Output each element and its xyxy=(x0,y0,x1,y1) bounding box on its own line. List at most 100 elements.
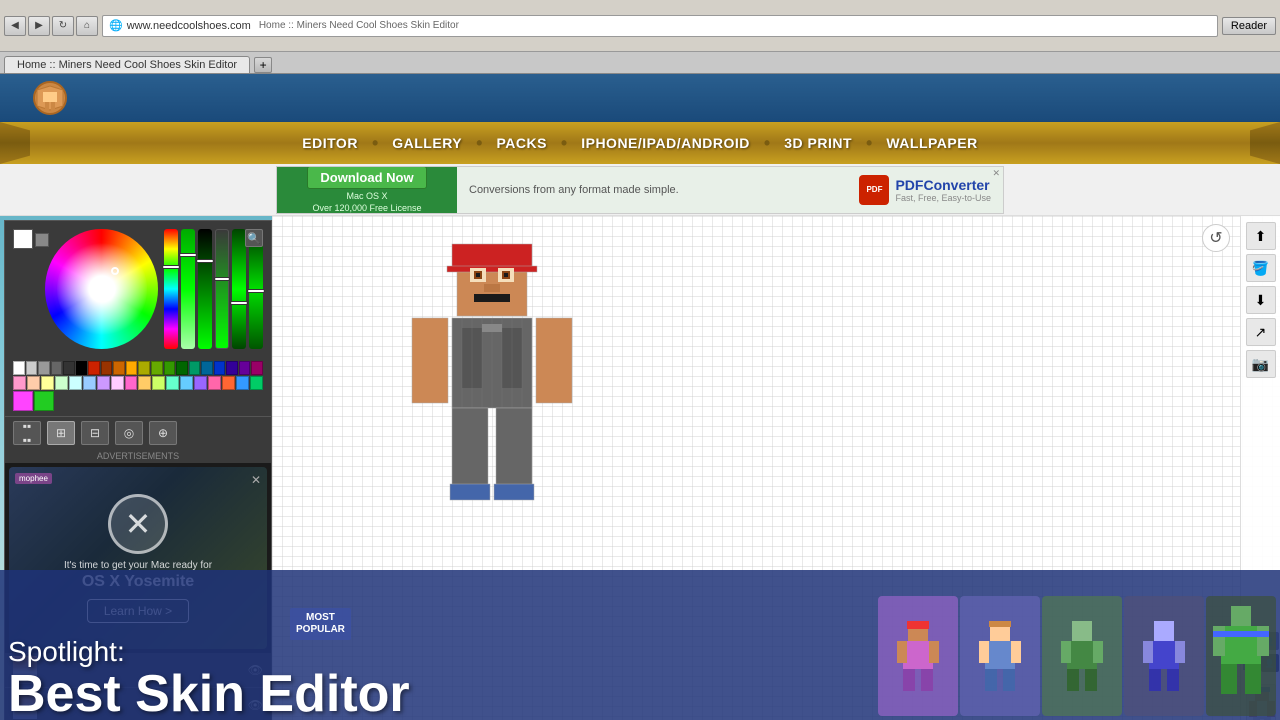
osx-pre-text: It's time to get your Mac ready for xyxy=(64,560,212,571)
swatch-greenyellow[interactable] xyxy=(152,376,165,390)
swatch-lightyellow[interactable] xyxy=(41,376,54,390)
reset-button[interactable]: ↺ xyxy=(1202,224,1230,252)
spotlight-label: Spotlight: xyxy=(8,637,1280,668)
reload-button[interactable]: ↻ xyxy=(52,16,74,36)
ad-sub: Mac OS X xyxy=(346,191,387,201)
swatch-white[interactable] xyxy=(13,361,25,375)
swatch-peach[interactable] xyxy=(27,376,40,390)
swatch-green[interactable] xyxy=(164,361,176,375)
nav-wallpaper[interactable]: WALLPAPER xyxy=(872,135,991,151)
swatch-lightgreen[interactable] xyxy=(55,376,68,390)
download-now-button[interactable]: Download Now xyxy=(307,166,426,189)
grid-tool-3[interactable]: ⊟ xyxy=(81,421,109,445)
active-tab[interactable]: Home :: Miners Need Cool Shoes Skin Edit… xyxy=(4,56,250,73)
nav-editor[interactable]: EDITOR xyxy=(288,135,372,151)
back-button[interactable]: ◀ xyxy=(4,16,26,36)
swatch-lightgray[interactable] xyxy=(26,361,38,375)
swatch-coral[interactable] xyxy=(222,376,235,390)
ad-inner: Download Now Mac OS X Over 120,000 Free … xyxy=(276,166,1004,214)
swatch-skyblue[interactable] xyxy=(180,376,193,390)
hue-slider[interactable] xyxy=(164,229,178,349)
color-palette xyxy=(5,357,271,416)
nav-buttons: ◀ ▶ ↻ ⌂ xyxy=(4,16,98,36)
swatch-blue[interactable] xyxy=(214,361,226,375)
swatch-olive[interactable] xyxy=(138,361,150,375)
swatch-lightcyan[interactable] xyxy=(69,376,82,390)
fill-tool[interactable]: 🪣 xyxy=(1246,254,1276,282)
swatch-black[interactable] xyxy=(76,361,88,375)
swatch-red[interactable] xyxy=(88,361,100,375)
swatch-brown[interactable] xyxy=(101,361,113,375)
handle-extra2 xyxy=(247,289,265,293)
site-logo xyxy=(20,78,80,118)
swatch-verydarkgray[interactable] xyxy=(63,361,75,375)
swatch-darkblue[interactable] xyxy=(226,361,238,375)
swatch-teal[interactable] xyxy=(189,361,201,375)
swatch-lavender[interactable] xyxy=(97,376,110,390)
camera-tool[interactable]: 📷 xyxy=(1246,350,1276,378)
body-tool[interactable]: ⊕ xyxy=(149,421,177,445)
swatch-mint[interactable] xyxy=(166,376,179,390)
swatch-lightblue[interactable] xyxy=(83,376,96,390)
swatch-cerulean[interactable] xyxy=(236,376,249,390)
alpha-slider[interactable] xyxy=(215,229,229,349)
swatch-rose[interactable] xyxy=(208,376,221,390)
tab-bar: Home :: Miners Need Cool Shoes Skin Edit… xyxy=(0,52,1280,74)
swatch-hotpink[interactable] xyxy=(125,376,138,390)
spotlight-title: Best Skin Editor xyxy=(8,668,1280,720)
new-tab-button[interactable]: + xyxy=(254,57,272,73)
handle-extra1 xyxy=(230,301,248,305)
color-wheel[interactable] xyxy=(45,229,158,349)
swatch-emerald[interactable] xyxy=(250,376,263,390)
nav-packs[interactable]: PACKS xyxy=(482,135,560,151)
pdf-product-name: PDFConverter xyxy=(895,177,991,193)
hue-handle xyxy=(162,265,180,269)
grid-tool-1[interactable]: ▪▪▪▪ xyxy=(13,421,41,445)
slider-extra2[interactable] xyxy=(249,229,263,349)
swatch-lightpink[interactable] xyxy=(111,376,124,390)
swatch-pink[interactable] xyxy=(13,376,26,390)
swatch-yellow[interactable] xyxy=(126,361,138,375)
head-tool[interactable]: ◎ xyxy=(115,421,143,445)
swatch-gold[interactable] xyxy=(138,376,151,390)
nav-gallery[interactable]: GALLERY xyxy=(378,135,476,151)
bg-color[interactable] xyxy=(35,233,49,247)
nav-3dprint[interactable]: 3D PRINT xyxy=(770,135,866,151)
swatch-darkgray[interactable] xyxy=(51,361,63,375)
brightness-slider[interactable] xyxy=(198,229,212,349)
nav-mobile[interactable]: IPHONE/IPAD/ANDROID xyxy=(567,135,764,151)
forward-button[interactable]: ▶ xyxy=(28,16,50,36)
swatch-gray[interactable] xyxy=(38,361,50,375)
swatch-lime[interactable] xyxy=(151,361,163,375)
osx-ad-close[interactable]: ✕ xyxy=(251,473,261,487)
ad-close-button[interactable]: ✕ xyxy=(992,168,1000,179)
swatch-magenta[interactable] xyxy=(251,361,263,375)
ad-right: Conversions from any format made simple.… xyxy=(457,175,1003,205)
swatch-purple[interactable] xyxy=(239,361,251,375)
swatch-violet[interactable] xyxy=(194,376,207,390)
address-bar[interactable]: 🌐 www.needcoolshoes.com Home :: Miners N… xyxy=(102,15,1218,37)
home-button[interactable]: ⌂ xyxy=(76,16,98,36)
grid-tool-2[interactable]: ⊞ xyxy=(47,421,75,445)
browser-chrome: ◀ ▶ ↻ ⌂ 🌐 www.needcoolshoes.com Home :: … xyxy=(0,0,1280,52)
fg-color[interactable] xyxy=(13,229,33,249)
swatch-cyan[interactable] xyxy=(201,361,213,375)
reader-button[interactable]: Reader xyxy=(1222,17,1276,35)
ad-left: Download Now Mac OS X Over 120,000 Free … xyxy=(277,167,457,213)
palette-row-2 xyxy=(13,376,263,390)
color-squares xyxy=(13,229,49,249)
selected-color-1[interactable] xyxy=(13,391,33,411)
slider-extra1[interactable] xyxy=(232,229,246,349)
swatch-darkgreen[interactable] xyxy=(176,361,188,375)
advertise-label: ADVERTISEMENTS xyxy=(5,449,271,463)
pdf-tagline: Fast, Free, Easy-to-Use xyxy=(895,193,991,203)
eyedropper-tool[interactable]: 🔍 xyxy=(245,229,263,247)
swatch-orange[interactable] xyxy=(113,361,125,375)
selected-color-2[interactable] xyxy=(34,391,54,411)
share-tool[interactable]: ↗ xyxy=(1246,318,1276,346)
saturation-slider[interactable] xyxy=(181,229,195,349)
website: EDITOR • GALLERY • PACKS • IPHONE/IPAD/A… xyxy=(0,74,1280,720)
import-tool[interactable]: ⬆ xyxy=(1246,222,1276,250)
color-wheel-container: 🔍 xyxy=(13,229,263,349)
export-tool[interactable]: ⬇ xyxy=(1246,286,1276,314)
